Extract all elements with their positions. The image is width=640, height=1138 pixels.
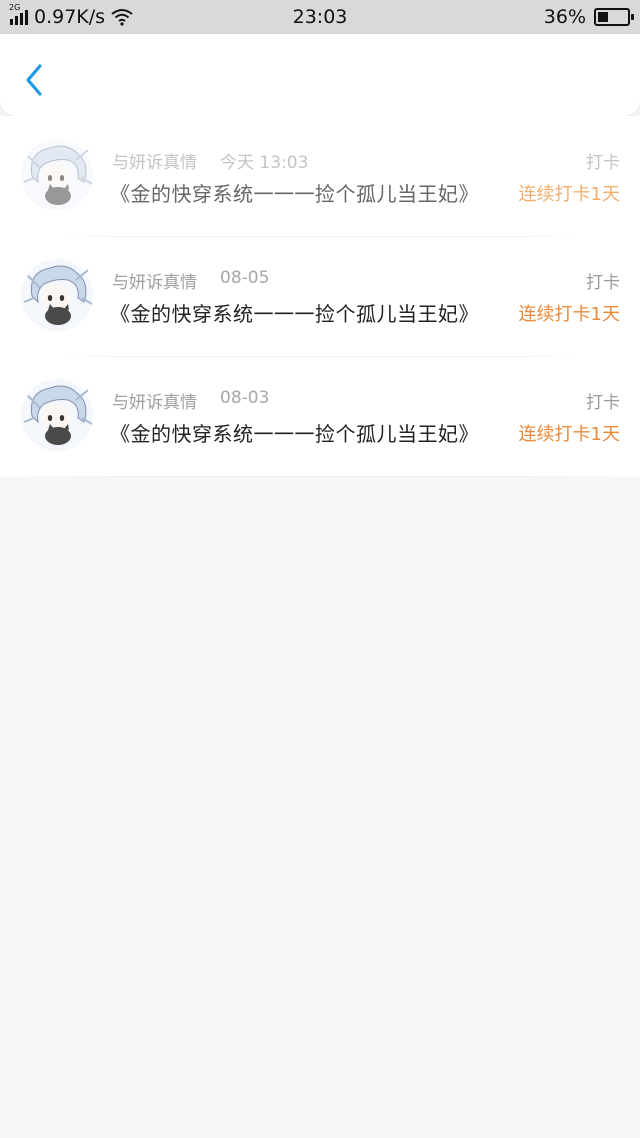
action-label: 打卡 [586,153,620,173]
battery-fill [598,12,609,22]
checkin-list: 与妍诉真情 今天 13:03 《金的快穿系统一一一捡个孤儿当王妃》 打卡 连续打… [0,116,640,477]
network-speed: 0.97K/s [34,6,106,28]
username[interactable]: 与妍诉真情 [112,388,197,413]
username[interactable]: 与妍诉真情 [112,268,197,293]
book-title[interactable]: 《金的快穿系统一一一捡个孤儿当王妃》 [110,418,479,447]
action-label: 打卡 [586,273,620,293]
list-item[interactable]: 与妍诉真情 08-05 《金的快穿系统一一一捡个孤儿当王妃》 打卡 连续打卡1天 [0,236,640,356]
action-label: 打卡 [586,393,620,413]
streak-label: 连续打卡1天 [518,304,620,325]
battery-icon [594,8,634,26]
status-bar: 2G 0.97K/s 23:03 36% [0,0,640,34]
checkin-time: 今天 13:03 [220,153,309,173]
network-type: 2G [9,3,21,12]
avatar[interactable] [20,378,94,452]
battery-percent: 36% [543,6,586,28]
top-nav-bar [0,34,640,116]
checkin-time: 08-05 [220,268,270,288]
avatar[interactable] [20,258,94,332]
username[interactable]: 与妍诉真情 [112,148,197,173]
book-title[interactable]: 《金的快穿系统一一一捡个孤儿当王妃》 [110,178,479,207]
signal-icon: 2G [9,3,28,25]
streak-label: 连续打卡1天 [518,184,620,205]
avatar[interactable] [20,138,94,212]
wifi-icon [111,9,133,26]
checkin-time: 08-03 [220,388,270,408]
status-left: 2G 0.97K/s [9,3,133,28]
list-item[interactable]: 与妍诉真情 今天 13:03 《金的快穿系统一一一捡个孤儿当王妃》 打卡 连续打… [0,116,640,236]
book-title[interactable]: 《金的快穿系统一一一捡个孤儿当王妃》 [110,298,479,327]
streak-label: 连续打卡1天 [518,424,620,445]
status-right: 36% [543,6,634,28]
list-item[interactable]: 与妍诉真情 08-03 《金的快穿系统一一一捡个孤儿当王妃》 打卡 连续打卡1天 [0,356,640,476]
chevron-left-icon[interactable] [18,60,50,100]
